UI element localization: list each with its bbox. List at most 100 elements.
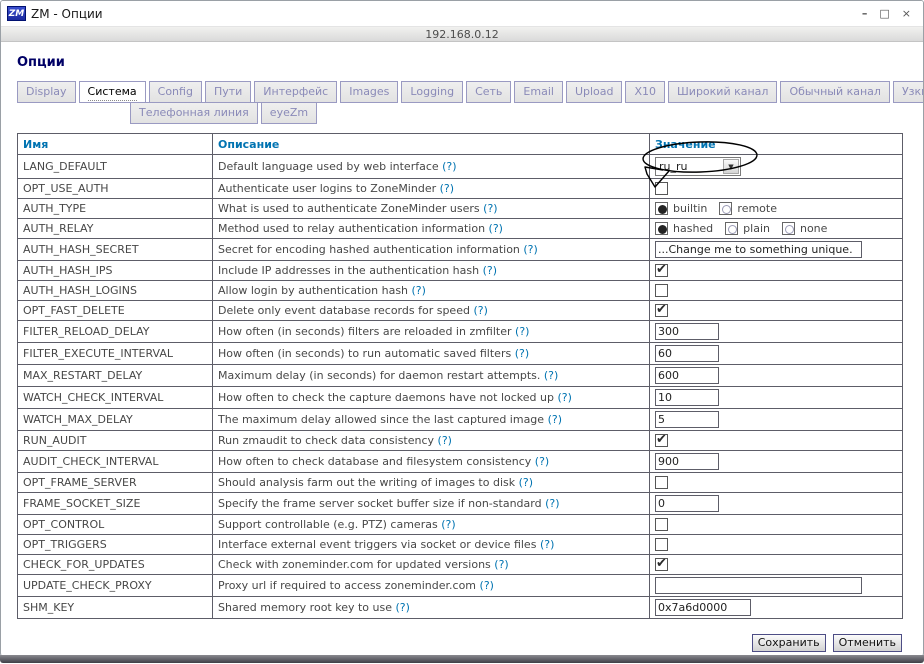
shm_key-input[interactable] [655,599,751,616]
frame_socket_size-input[interactable] [655,495,719,512]
tab-upload[interactable]: Upload [565,81,623,103]
tab-label: Интерфейс [263,85,329,98]
auth_relay-radio-none[interactable] [781,222,795,235]
auth_relay-radio-plain[interactable] [725,222,739,235]
column-header-value: Значение [649,133,903,155]
option-name: AUTH_TYPE [17,198,213,219]
tab-email[interactable]: Email [514,81,563,103]
tab-интерфейс[interactable]: Интерфейс [254,81,338,103]
max_restart_delay-input[interactable] [655,367,719,384]
option-description: Should analysis farm out the writing of … [212,472,650,493]
help-link[interactable]: (?) [412,284,426,297]
auth_hash_logins-checkbox[interactable] [655,284,668,298]
help-link[interactable]: (?) [515,325,529,338]
table-row: SHM_KEY Shared memory root key to use (?) [17,596,903,619]
column-header-name: Имя [17,133,213,155]
run_audit-checkbox[interactable] [655,432,668,448]
opt_use_auth-checkbox[interactable] [655,182,668,196]
option-description: Secret for encoding hashed authenticatio… [212,238,650,261]
radio-label: none [799,222,828,235]
help-link[interactable]: (?) [440,182,454,195]
tab-x10[interactable]: X10 [625,81,666,103]
watch_check_interval-input[interactable] [655,389,719,406]
radio-label: plain [743,222,770,235]
opt_triggers-checkbox[interactable] [655,538,668,552]
option-description: Delete only event database records for s… [212,300,650,321]
option-value [649,596,903,619]
help-link[interactable]: (?) [535,455,549,468]
tab-eyezm[interactable]: eyeZm [260,102,318,124]
tab-display[interactable]: Display [17,81,76,103]
watch_max_delay-input[interactable] [655,411,719,428]
tab-label: Сеть [475,85,503,98]
tab-сеть[interactable]: Сеть [466,81,512,103]
table-row: AUTH_HASH_LOGINS Allow login by authentic… [17,280,903,301]
option-name: OPT_USE_AUTH [17,178,213,199]
tab-label: Images [349,85,390,98]
help-link[interactable]: (?) [438,434,452,447]
help-link[interactable]: (?) [483,264,497,277]
tab-система[interactable]: Система [78,81,146,103]
tab-телефонная-линия[interactable]: Телефонная линия [130,102,258,124]
help-link[interactable]: (?) [489,222,503,235]
help-link[interactable]: (?) [545,497,559,510]
help-link[interactable]: (?) [540,538,554,551]
opt_fast_delete-checkbox[interactable] [655,302,668,318]
auth_hash_ips-checkbox[interactable] [655,262,668,278]
help-link[interactable]: (?) [473,304,487,317]
option-description: Include IP addresses in the authenticati… [212,260,650,281]
help-link[interactable]: (?) [441,518,455,531]
minimize-icon[interactable]: – [862,8,868,19]
help-link[interactable]: (?) [558,391,572,404]
help-link[interactable]: (?) [515,347,529,360]
help-link[interactable]: (?) [442,160,456,173]
auth_relay-radio-hashed[interactable] [655,222,668,235]
table-row: FRAME_SOCKET_SIZE Specify the frame serve… [17,492,903,515]
help-link[interactable]: (?) [396,601,410,614]
window-frame-edge [0,655,924,663]
tab-label: Upload [574,85,614,98]
help-link[interactable]: (?) [544,369,558,382]
help-link[interactable]: (?) [548,413,562,426]
tab-logging[interactable]: Logging [401,81,464,103]
help-link[interactable]: (?) [480,579,494,592]
column-header-description: Описание [212,133,650,155]
audit_check_interval-input[interactable] [655,453,719,470]
tab-images[interactable]: Images [340,81,399,103]
tab-пути[interactable]: Пути [204,81,252,103]
maximize-icon[interactable]: □ [879,8,889,19]
opt_control-checkbox[interactable] [655,518,668,532]
opt_frame_server-checkbox[interactable] [655,476,668,490]
filter_reload_delay-input[interactable] [655,323,719,340]
filter_execute_interval-input[interactable] [655,345,719,362]
tab-широкий-канал[interactable]: Широкий канал [668,81,778,103]
auth_type-radio-remote[interactable] [719,202,733,215]
chevron-down-icon[interactable]: ▼ [723,159,739,174]
tab-обычный-канал[interactable]: Обычный канал [780,81,890,103]
lang_default-select[interactable]: ru_ru ▼ [655,157,741,176]
help-link[interactable]: (?) [494,558,508,571]
option-name: WATCH_CHECK_INTERVAL [17,386,213,409]
option-value [649,386,903,409]
check_for_updates-checkbox[interactable] [655,556,668,572]
save-button[interactable]: Сохранить [751,634,826,652]
help-link[interactable]: (?) [523,243,537,256]
help-link[interactable]: (?) [519,476,533,489]
close-icon[interactable]: × [902,8,911,19]
tab-узкий-канал[interactable]: Узкий канал [892,81,923,103]
table-row: FILTER_RELOAD_DELAY How often (in seconds… [17,320,903,343]
auth_type-radio-builtin[interactable] [655,202,668,215]
option-description: How often (in seconds) filters are reloa… [212,320,650,343]
help-link[interactable]: (?) [483,202,497,215]
option-value [649,342,903,365]
auth_hash_secret-input[interactable] [655,241,862,258]
option-description: How often (in seconds) to run automatic … [212,342,650,365]
table-row: OPT_USE_AUTH Authenticate user logins to … [17,178,903,199]
tab-config[interactable]: Config [148,81,202,103]
option-description: Proxy url if required to access zonemind… [212,574,650,597]
option-name: FRAME_SOCKET_SIZE [17,492,213,515]
update_check_proxy-input[interactable] [655,577,862,594]
cancel-button[interactable]: Отменить [832,634,902,652]
option-value [649,472,903,493]
option-value [649,450,903,473]
